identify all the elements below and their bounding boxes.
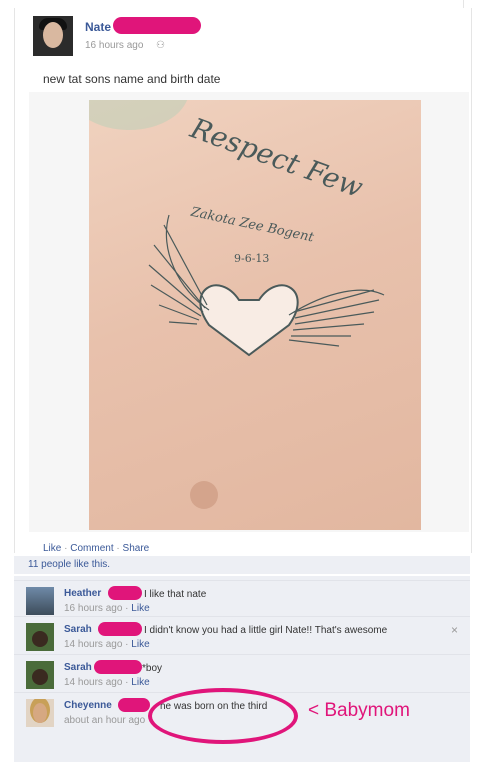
commenter-avatar[interactable] bbox=[26, 587, 54, 615]
avatar-face bbox=[43, 22, 63, 48]
comment-text: *boy bbox=[142, 663, 163, 674]
comment-meta: 16 hours ago · Like bbox=[64, 603, 150, 614]
separator: · bbox=[64, 543, 68, 554]
author-name[interactable]: Nate bbox=[85, 20, 111, 34]
tattoo-right-wing bbox=[288, 289, 385, 347]
post-timestamp[interactable]: 16 hours ago bbox=[85, 40, 143, 51]
commenter-avatar[interactable] bbox=[26, 661, 54, 689]
name-redaction bbox=[113, 17, 201, 34]
comment-link[interactable]: Comment bbox=[70, 543, 113, 554]
post-actions: Like · Comment · Share bbox=[43, 543, 149, 554]
likes-summary[interactable]: 11 people like this. bbox=[14, 556, 470, 574]
commenter-name[interactable]: Heather bbox=[64, 588, 101, 599]
comment-meta: 14 hours ago · Like bbox=[64, 639, 150, 650]
comment-item: Heather I like that nate 16 hours ago · … bbox=[14, 580, 470, 621]
comment-time[interactable]: 14 hours ago bbox=[64, 639, 122, 650]
tattoo-name-text: Zakota Zee Bogent bbox=[189, 205, 316, 246]
tattoo-script-top: Respect Few bbox=[185, 111, 367, 204]
comment-item: Sarah I didn't know you had a little gir… bbox=[14, 616, 470, 657]
comment-like-link[interactable]: Like bbox=[131, 603, 149, 614]
highlight-circle bbox=[148, 688, 298, 744]
commenter-name[interactable]: Sarah bbox=[64, 662, 92, 673]
close-icon[interactable]: × bbox=[451, 623, 458, 637]
comment-time[interactable]: about an hour ago bbox=[64, 715, 145, 726]
name-redaction bbox=[94, 660, 142, 674]
author-avatar[interactable] bbox=[33, 16, 73, 56]
photo-container[interactable]: Respect Few Zakota Zee Bogent 9-6-13 bbox=[29, 92, 469, 532]
tattoo-date-text: 9-6-13 bbox=[234, 252, 269, 265]
facebook-post: Nate 16 hours ago ⚇ new tat sons name an… bbox=[14, 8, 472, 554]
name-redaction bbox=[108, 586, 142, 600]
comment-time[interactable]: 16 hours ago bbox=[64, 603, 122, 614]
comment-like-link[interactable]: Like bbox=[131, 639, 149, 650]
nipple bbox=[190, 481, 218, 509]
like-link[interactable]: Like bbox=[43, 543, 61, 554]
comment-time[interactable]: 14 hours ago bbox=[64, 677, 122, 688]
comment-like-link[interactable]: Like bbox=[131, 677, 149, 688]
commenter-avatar[interactable] bbox=[26, 699, 54, 727]
tattoo-photo[interactable]: Respect Few Zakota Zee Bogent 9-6-13 bbox=[89, 100, 421, 530]
tattoo-drawing: Respect Few Zakota Zee Bogent 9-6-13 bbox=[89, 100, 385, 509]
commenter-name[interactable]: Sarah bbox=[64, 624, 92, 635]
comment-meta: 14 hours ago · Like bbox=[64, 677, 150, 688]
commenter-avatar[interactable] bbox=[26, 623, 54, 651]
friends-icon: ⚇ bbox=[156, 40, 165, 51]
comment-meta: about an hour ago bbox=[64, 715, 145, 726]
comment-text: I like that nate bbox=[144, 589, 207, 600]
separator: · bbox=[116, 543, 120, 554]
name-redaction bbox=[98, 622, 142, 636]
babymom-annotation: < Babymom bbox=[308, 700, 410, 721]
commenter-name[interactable]: Cheyenne bbox=[64, 700, 112, 711]
tattoo-heart bbox=[199, 284, 299, 357]
post-status-text: new tat sons name and birth date bbox=[43, 72, 221, 86]
name-redaction bbox=[118, 698, 150, 712]
share-link[interactable]: Share bbox=[123, 543, 150, 554]
comment-text: I didn't know you had a little girl Nate… bbox=[144, 625, 388, 636]
